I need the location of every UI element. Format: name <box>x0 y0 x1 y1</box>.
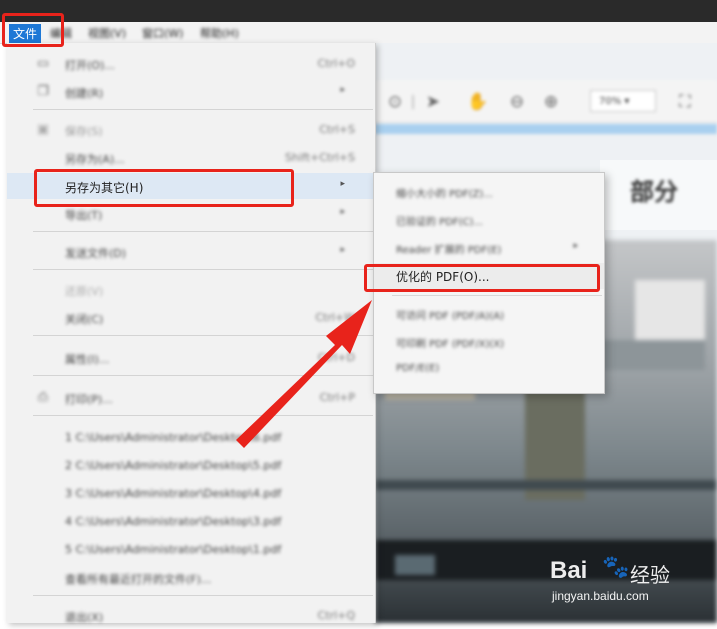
baidu-paw-icon: 🐾 <box>602 555 630 580</box>
baidu-jingyan-watermark: Bai 🐾 经验 jingyan.baidu.com <box>550 555 710 615</box>
watermark-url: jingyan.baidu.com <box>552 589 649 603</box>
arrow-annotation <box>236 300 372 448</box>
watermark-brand-text: 经验 <box>630 563 670 587</box>
watermark-logo-text: Bai <box>550 557 588 584</box>
red-arrow-icon <box>236 300 372 448</box>
